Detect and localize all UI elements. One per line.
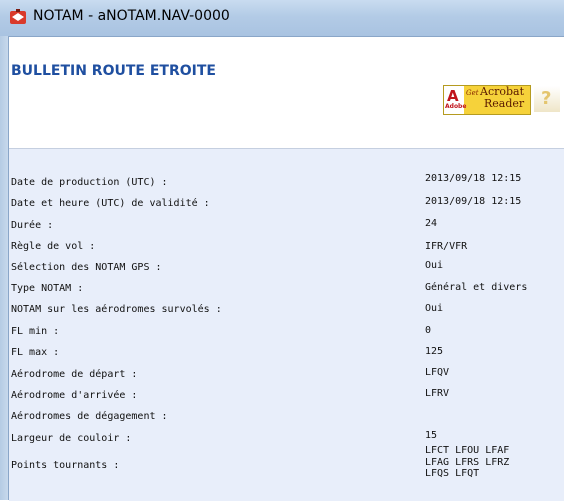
waypoints-line: LFCT LFOU LFAF (425, 445, 510, 456)
content-area: BULLETIN ROUTE ETROITE A Adobe Get Acrob… (9, 37, 564, 501)
field-label: FL min : (11, 326, 60, 337)
field-label: Aérodrome de départ : (11, 369, 138, 380)
field-value: 2013/09/18 12:15 (425, 173, 522, 184)
field-label: Largeur de couloir : (11, 433, 132, 444)
field-value: IFR/VFR (425, 241, 468, 252)
field-row-flight-rule: Règle de vol : IFR/VFR (11, 241, 556, 257)
field-label: Type NOTAM : (11, 283, 84, 294)
field-label: NOTAM sur les aérodromes survolés : (11, 304, 222, 315)
field-value: Général et divers (425, 282, 528, 293)
window-titlebar[interactable]: NOTAM - aNOTAM.NAV-0000 (0, 0, 564, 37)
notam-app-icon[interactable] (9, 8, 27, 26)
field-row-fl-max: FL max : 125 (11, 346, 556, 363)
field-row-notam-type: Type NOTAM : Général et divers (11, 282, 556, 299)
field-row-alternates: Aérodromes de dégagement : (11, 411, 556, 427)
field-label: FL max : (11, 347, 60, 358)
field-row-arrival: Aérodrome d'arrivée : LFRV (11, 388, 556, 406)
field-value: 2013/09/18 12:15 (425, 196, 522, 207)
help-button[interactable]: ? (534, 86, 560, 112)
window-frame-left (0, 36, 9, 500)
field-row-departure: Aérodrome de départ : LFQV (11, 367, 556, 385)
field-row-overflown-aerodromes: NOTAM sur les aérodromes survolés : Oui (11, 303, 556, 320)
bulletin-title: BULLETIN ROUTE ETROITE (11, 63, 216, 79)
field-label: Durée : (11, 220, 54, 231)
get-acrobat-reader-button[interactable]: A Adobe Get Acrobat Reader (443, 85, 531, 115)
field-value: LFQV (425, 367, 450, 378)
field-value: Oui (425, 260, 444, 271)
question-mark-icon: ? (541, 88, 552, 109)
adobe-logo-text: Adobe (445, 103, 467, 110)
field-value: 0 (425, 325, 432, 336)
field-value: 125 (425, 346, 444, 357)
waypoints-value: LFCT LFOU LFAF LFAG LFRS LFRZ LFQS LFQT (425, 445, 509, 480)
field-label: Date et heure (UTC) de validité : (11, 198, 210, 209)
field-value: Oui (425, 303, 444, 314)
notam-details-panel: Date de production (UTC) : 2013/09/18 12… (9, 148, 564, 501)
field-row-fl-min: FL min : 0 (11, 325, 556, 342)
field-value: 15 (425, 430, 438, 441)
field-value: LFRV (425, 388, 450, 399)
field-label: Aérodrome d'arrivée : (11, 390, 138, 401)
acrobat-get-text: Get (466, 89, 479, 97)
waypoints-line: LFAG LFRS LFRZ (425, 456, 510, 468)
field-row-production-date: Date de production (UTC) : 2013/09/18 12… (11, 173, 556, 193)
field-value: 24 (425, 218, 438, 229)
reader-text: Reader (484, 97, 525, 110)
field-label: Date de production (UTC) : (11, 177, 168, 188)
field-label: Aérodromes de dégagement : (11, 411, 168, 422)
field-label: Points tournants : (11, 460, 120, 471)
field-label: Règle de vol : (11, 241, 96, 252)
field-row-waypoints: Points tournants : LFCT LFOU LFAF LFAG L… (11, 445, 556, 496)
field-row-gps-notam: Sélection des NOTAM GPS : Oui (11, 260, 556, 278)
field-row-validity-date: Date et heure (UTC) de validité : 2013/0… (11, 196, 556, 214)
waypoints-line: LFQS LFQT (425, 468, 480, 479)
window-title: NOTAM - aNOTAM.NAV-0000 (33, 8, 230, 24)
field-label: Sélection des NOTAM GPS : (11, 262, 162, 273)
field-row-duration: Durée : 24 (11, 218, 556, 236)
adobe-logo-icon: A Adobe (444, 86, 467, 114)
